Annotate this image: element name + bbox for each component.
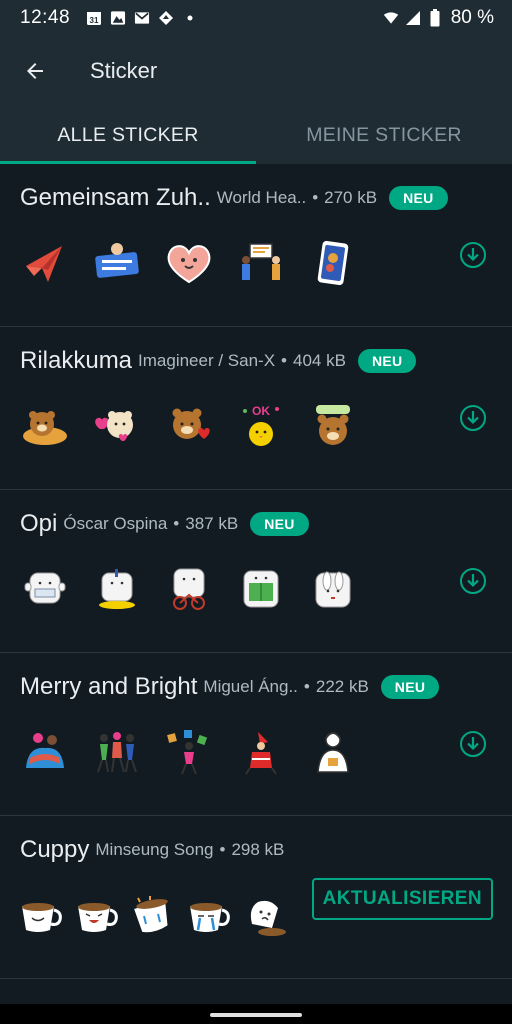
new-badge: NEU	[250, 512, 309, 536]
home-gesture-handle[interactable]	[210, 1013, 302, 1017]
page-title: Sticker	[90, 58, 158, 83]
sticker-pack-item[interactable]: Rilakkuma Imagineer / San-X • 404 kB NEU…	[0, 327, 512, 490]
update-button[interactable]: AKTUALISIEREN	[311, 878, 493, 920]
sticker-cup-crying	[130, 892, 178, 940]
pack-author: Óscar Ospina	[63, 514, 168, 533]
sticker-gift-girl	[306, 725, 360, 779]
system-navigation-bar	[0, 1004, 512, 1024]
separator-dot: •	[173, 514, 180, 533]
pack-header: Rilakkuma Imagineer / San-X • 404 kB NEU	[20, 347, 492, 375]
sticker-pack-item[interactable]: Merry and Bright Miguel Áng.. • 222 kB N…	[0, 653, 512, 816]
download-icon[interactable]	[458, 403, 488, 433]
pack-name: Gemeinsam Zuh..	[20, 184, 211, 211]
photos-icon	[110, 10, 126, 26]
sticker-preview-row	[18, 236, 360, 290]
tab-bar: ALLE STICKER MEINE STICKER	[0, 106, 512, 164]
sticker-preview-row: OK	[18, 399, 360, 453]
sticker-smiling-heart	[162, 236, 216, 290]
pack-author: Miguel Áng..	[203, 677, 298, 696]
pack-header: Cuppy Minseung Song • 298 kB	[20, 836, 492, 864]
status-time: 12:48	[20, 7, 71, 28]
sticker-cup-laugh	[74, 892, 122, 940]
separator-dot: •	[303, 677, 310, 696]
sticker-pack-item[interactable]: Opi Óscar Ospina • 387 kB NEU	[0, 490, 512, 653]
pack-header: Gemeinsam Zuh.. World Hea.. • 270 kB NEU	[20, 184, 492, 212]
pack-author: Imagineer / San-X	[138, 351, 276, 370]
sticker-pack-item[interactable]: Gemeinsam Zuh.. World Hea.. • 270 kB NEU	[0, 164, 512, 327]
calendar-icon: 31	[86, 10, 102, 26]
pack-name: Merry and Bright	[20, 673, 198, 700]
pack-name: Opi	[20, 510, 58, 537]
sticker-bear-lying	[18, 399, 72, 453]
pack-author: Minseung Song	[95, 840, 214, 859]
sticker-dancing-group	[90, 725, 144, 779]
sticker-opi-bike	[162, 562, 216, 616]
sticker-high-five-people	[234, 236, 288, 290]
tab-meine-sticker[interactable]: MEINE STICKER	[256, 106, 512, 164]
status-bar: 12:48 31 80 %	[0, 0, 512, 36]
sticker-party-juggler	[162, 725, 216, 779]
pack-size: 404 kB	[293, 351, 346, 370]
sticker-paper-plane-heart	[18, 236, 72, 290]
sticker-preview-row	[18, 892, 290, 940]
pack-size: 222 kB	[315, 677, 369, 696]
sticker-cup-spill	[242, 892, 290, 940]
sticker-opi-reading	[234, 562, 288, 616]
pack-name: Rilakkuma	[20, 347, 133, 374]
sticker-phone-selfie	[306, 236, 360, 290]
pack-name: Cuppy	[20, 836, 90, 863]
pack-author: World Hea..	[216, 188, 307, 207]
app-bar: Sticker	[0, 36, 512, 106]
sticker-santa-dancer	[234, 725, 288, 779]
sticker-chick-ok: OK	[234, 399, 288, 453]
sticker-shout-banner	[90, 236, 144, 290]
system-status: 80 %	[383, 7, 494, 29]
svg-text:OK: OK	[252, 404, 270, 418]
sticker-bear-heart	[162, 399, 216, 453]
sticker-preview-row	[18, 562, 360, 616]
new-badge: NEU	[357, 349, 417, 373]
sticker-bear-hearts	[90, 399, 144, 453]
sticker-cup-happy	[18, 892, 66, 940]
sticker-bear-thanks	[306, 399, 360, 453]
separator-dot: •	[219, 840, 226, 859]
sticker-opi-sign	[18, 562, 72, 616]
tab-alle-sticker[interactable]: ALLE STICKER	[0, 106, 256, 164]
signal-icon	[405, 10, 421, 26]
arrow-back-icon	[27, 63, 43, 79]
pack-header: Opi Óscar Ospina • 387 kB NEU	[20, 510, 492, 538]
sticker-pack-item[interactable]: Cuppy Minseung Song • 298 kB AKTUALISIER…	[0, 816, 512, 979]
separator-dot: •	[281, 351, 287, 370]
notification-icons: 31	[86, 10, 198, 26]
sticker-preview-row	[18, 725, 360, 779]
download-icon[interactable]	[458, 566, 488, 596]
gmail-icon	[134, 10, 150, 26]
wifi-icon	[383, 10, 399, 26]
new-badge: NEU	[389, 186, 448, 210]
separator-dot: •	[312, 188, 319, 207]
new-badge: NEU	[380, 675, 440, 699]
app-notification-icon	[158, 10, 174, 26]
sticker-couple-hug	[18, 725, 72, 779]
sticker-opi-bunny-ears	[306, 562, 360, 616]
sticker-opi-hands-up	[90, 562, 144, 616]
pack-header: Merry and Bright Miguel Áng.. • 222 kB N…	[20, 673, 492, 701]
sticker-pack-list: Gemeinsam Zuh.. World Hea.. • 270 kB NEU	[0, 164, 512, 979]
pack-size: 270 kB	[324, 188, 378, 207]
svg-text:31: 31	[90, 16, 99, 25]
sticker-cup-tears	[186, 892, 234, 940]
battery-percent: 80 %	[450, 7, 494, 28]
back-button[interactable]	[15, 51, 55, 91]
more-notifications-dot-icon	[182, 10, 198, 26]
pack-size: 298 kB	[231, 840, 285, 859]
pack-size: 387 kB	[185, 514, 239, 533]
download-icon[interactable]	[458, 729, 488, 759]
battery-icon	[427, 9, 443, 27]
download-icon[interactable]	[458, 240, 488, 270]
